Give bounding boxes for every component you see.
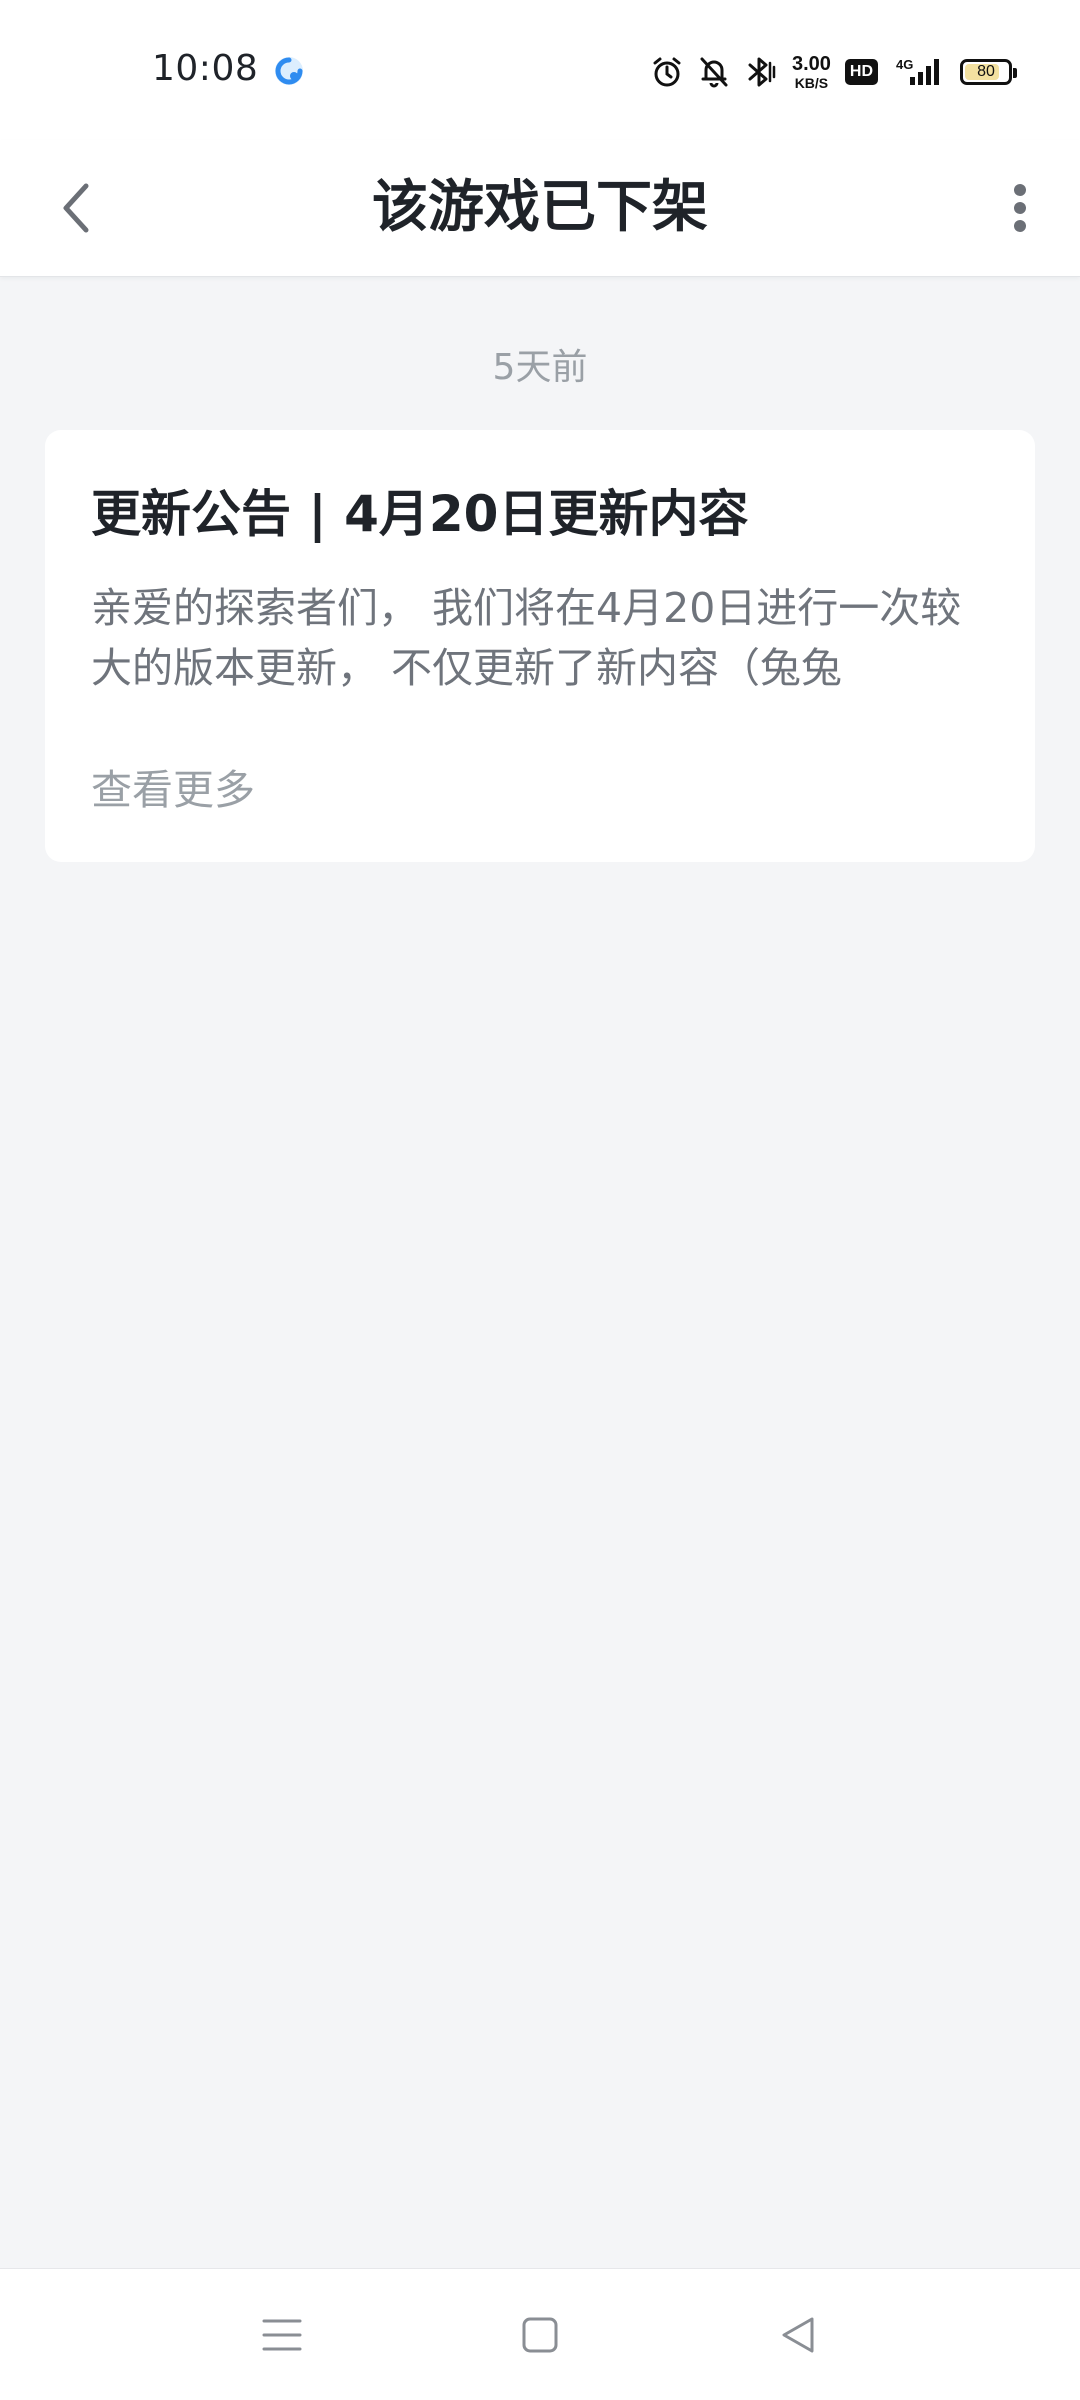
post-timestamp: 5天前 (492, 347, 588, 388)
menu-icon (262, 2319, 302, 2351)
view-more-link[interactable]: 查看更多 (91, 756, 255, 816)
status-icons: 3.00 KB/S HD 4G 80 (650, 52, 1017, 92)
back-button[interactable] (36, 168, 116, 248)
app-header: 该游戏已下架 (0, 140, 1080, 277)
system-nav-bar (0, 2268, 1080, 2400)
alarm-icon (650, 55, 684, 89)
app-notification-icon (272, 54, 306, 88)
battery-level: 80 (977, 63, 995, 80)
battery-icon: 80 (960, 59, 1017, 85)
signal-icon: 4G (892, 55, 946, 89)
network-speed-unit: KB/S (794, 75, 829, 91)
home-icon (522, 2317, 558, 2353)
nav-home-button[interactable] (498, 2293, 582, 2377)
hd-badge: HD (844, 59, 878, 85)
announcement-title: 更新公告 | 4月20日更新内容 (91, 485, 749, 543)
network-speed: 3.00 KB/S (792, 54, 831, 90)
bluetooth-icon (744, 55, 778, 89)
more-vertical-icon (1014, 184, 1026, 232)
network-type-label: 4G (896, 57, 913, 72)
nav-back-button[interactable] (756, 2293, 840, 2377)
announcement-body: 亲爱的探索者们， 我们将在4月20日进行一次较大的版本更新， 不仅更新了新内容（… (91, 584, 962, 692)
status-time: 10:08 (152, 48, 259, 89)
mute-icon (698, 55, 730, 89)
status-bar: 10:08 3.00 KB/S HD 4G 80 (0, 0, 1080, 140)
page-title: 该游戏已下架 (372, 175, 708, 240)
more-options-button[interactable] (980, 168, 1060, 248)
chevron-left-icon (63, 183, 89, 233)
nav-menu-button[interactable] (240, 2293, 324, 2377)
back-icon (782, 2317, 814, 2353)
network-speed-value: 3.00 (791, 53, 831, 75)
screen: 10:08 3.00 KB/S HD 4G 80 该游戏已下架 5天前 更新公告… (0, 0, 1080, 2400)
announcement-card[interactable]: 更新公告 | 4月20日更新内容 亲爱的探索者们， 我们将在4月20日进行一次较… (45, 430, 1035, 862)
